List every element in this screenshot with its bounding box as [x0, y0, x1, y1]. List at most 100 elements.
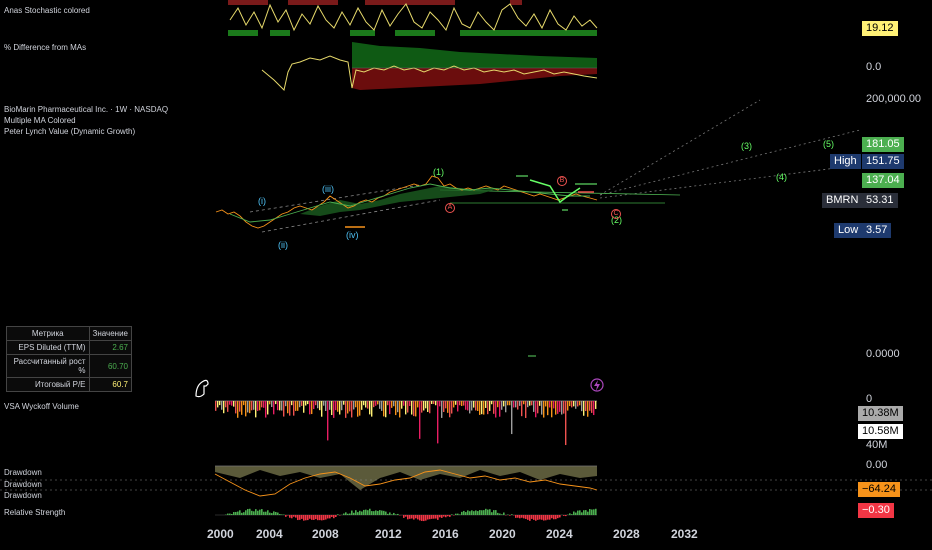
relative-strength-bar — [483, 510, 485, 515]
volume-bar — [263, 401, 265, 408]
volume-bar — [345, 401, 347, 418]
volume-bar — [421, 401, 423, 413]
relative-strength-bar — [305, 515, 307, 521]
volume-bar — [275, 401, 277, 405]
relative-strength-bar — [587, 511, 589, 515]
lynch-label[interactable]: Peter Lynch Value (Dynamic Growth) — [4, 127, 135, 136]
stochastic-label[interactable]: Anas Stochastic colored — [4, 6, 90, 15]
volume-bar — [513, 401, 515, 408]
relative-strength-bar — [581, 512, 583, 515]
volume-bar — [415, 401, 417, 417]
volume-bar — [323, 401, 325, 406]
volume-bar — [271, 401, 273, 408]
wave-ii: (ii) — [278, 240, 288, 250]
lightning-icon[interactable] — [590, 378, 604, 392]
relative-strength-bar — [397, 513, 399, 515]
multi-ma-label[interactable]: Multiple MA Colored — [4, 116, 76, 125]
low-label-badge: Low — [834, 223, 863, 238]
volume-bar — [509, 401, 511, 406]
relative-strength-bar — [229, 513, 231, 515]
volume-bar — [335, 401, 337, 411]
relative-strength-bar — [373, 511, 375, 515]
volume-bar — [527, 401, 529, 408]
year-label-2032: 2032 — [671, 527, 698, 541]
vol-40m-label: 40M — [866, 439, 888, 451]
volume-bar — [295, 401, 297, 411]
volume-bar — [315, 401, 317, 406]
volume-bar — [229, 401, 231, 405]
drawdown-panel — [0, 465, 932, 497]
volume-bar — [281, 401, 283, 411]
relative-strength-bar — [357, 512, 359, 515]
relative-strength-bar — [491, 512, 493, 515]
volume-bar — [375, 401, 377, 406]
volume-bar — [593, 401, 595, 416]
volume-bar — [273, 401, 275, 415]
relative-strength-bar — [549, 515, 551, 520]
relative-strength-bar — [495, 510, 497, 515]
relative-strength-bar — [579, 510, 581, 515]
relative-strength-bar — [511, 514, 513, 515]
relative-strength-bar — [539, 515, 541, 520]
volume-bar — [461, 401, 463, 407]
volume-bar — [477, 401, 479, 411]
volume-bar — [571, 401, 573, 408]
volume-bar — [257, 401, 259, 411]
relative-strength-bar — [583, 510, 585, 515]
volume-bar — [445, 401, 447, 409]
volume-bar — [245, 401, 247, 417]
symbol-title[interactable]: BioMarin Pharmaceutical Inc. · 1W · NASD… — [4, 105, 168, 114]
volume-bar — [333, 401, 335, 418]
volume-bar — [451, 401, 453, 414]
volume-bar — [261, 401, 263, 408]
volume-bar — [433, 401, 435, 405]
volume-bar — [327, 401, 329, 441]
relative-strength-bar — [269, 512, 271, 515]
pct-zero-label: 0.0 — [866, 61, 882, 73]
volume-bar — [243, 401, 245, 406]
volume-bar — [287, 401, 289, 414]
volume-bar — [347, 401, 349, 414]
volume-bar — [591, 401, 593, 413]
relative-strength-bar — [593, 509, 595, 515]
chart-canvas[interactable] — [0, 0, 932, 550]
relative-strength-bar — [365, 509, 367, 515]
volume-bar — [381, 401, 383, 411]
relative-strength-bar — [433, 515, 435, 519]
relative-strength-bar — [391, 514, 393, 515]
symbol-badge: BMRN — [822, 193, 863, 208]
relative-strength-bar — [569, 513, 571, 515]
relative-strength-label[interactable]: Relative Strength — [4, 508, 65, 517]
relative-strength-bar — [369, 508, 371, 515]
drawdown-label-1[interactable]: Drawdown — [4, 468, 42, 477]
volume-bar — [507, 401, 509, 406]
relative-strength-bar — [327, 515, 329, 519]
drawdown-label-3[interactable]: Drawdown — [4, 491, 42, 500]
volume-bar — [227, 401, 229, 412]
volume-bar — [577, 401, 579, 407]
metric-pe-value: 60.7 — [88, 377, 133, 392]
year-label-2016: 2016 — [432, 527, 459, 541]
drawdown-label-2[interactable]: Drawdown — [4, 480, 42, 489]
volume-bar — [517, 401, 519, 410]
relative-strength-bar — [333, 515, 335, 519]
relative-strength-bar — [457, 513, 459, 515]
vsa-label[interactable]: VSA Wyckoff Volume — [4, 402, 79, 411]
relative-strength-bar — [331, 515, 333, 517]
relative-strength-bar — [463, 510, 465, 515]
relative-strength-bar — [461, 511, 463, 515]
relative-strength-bar — [409, 515, 411, 519]
pct-diff-label[interactable]: % Difference from MAs — [4, 43, 86, 52]
metric-growth-label: Рассчитанный рост % — [6, 354, 90, 378]
relative-strength-bar — [351, 510, 353, 515]
volume-bar — [583, 401, 585, 416]
volume-bar — [495, 401, 497, 418]
volume-bar — [253, 401, 255, 410]
relative-strength-bar — [291, 515, 293, 519]
volume-bar — [525, 401, 527, 418]
relative-strength-bar — [427, 515, 429, 520]
volume-bar — [351, 401, 353, 418]
relative-strength-bar — [375, 510, 377, 515]
volume-bar — [505, 401, 507, 413]
relative-strength-bar — [361, 511, 363, 515]
